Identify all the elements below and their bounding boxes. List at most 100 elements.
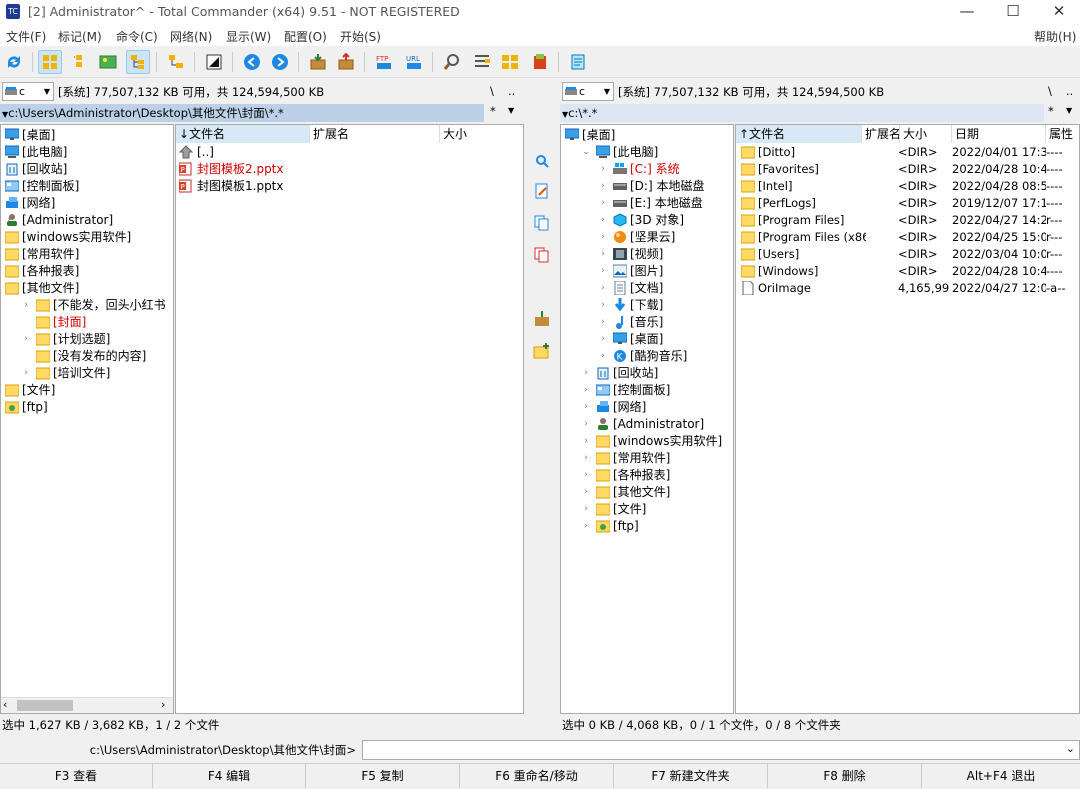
maximize-button[interactable]: ☐ — [990, 0, 1036, 24]
edit-file-icon[interactable] — [533, 182, 551, 200]
column-attr-header[interactable]: 属性 — [1046, 125, 1079, 143]
tree-view-icon[interactable] — [126, 50, 150, 74]
file-row[interactable]: P 封图模板1.pptx — [176, 178, 523, 195]
move-file-icon[interactable] — [533, 246, 551, 264]
expand-icon[interactable]: › — [598, 229, 608, 246]
f8-delete-button[interactable]: F8 删除 — [768, 764, 922, 788]
right-history-dropdown[interactable]: ▼ — [1066, 106, 1072, 115]
menu-config[interactable]: 配置(O) — [284, 28, 327, 45]
expand-icon[interactable]: › — [21, 297, 31, 314]
menu-commands[interactable]: 命令(C) — [116, 28, 158, 45]
command-dropdown-icon[interactable]: ⌄ — [1066, 742, 1075, 755]
menu-net[interactable]: 网络(N) — [170, 28, 212, 45]
column-name-header[interactable]: ↓文件名 — [176, 125, 310, 143]
collapse-icon[interactable]: ⌄ — [581, 144, 591, 161]
left-history-button[interactable]: * — [490, 104, 496, 118]
expand-icon[interactable]: › — [598, 178, 608, 195]
column-name-header[interactable]: ↑文件名 — [736, 125, 862, 143]
column-ext-header[interactable]: 扩展名 — [862, 125, 900, 143]
sync-dirs-icon[interactable] — [498, 50, 522, 74]
left-root-button[interactable]: \ — [490, 84, 494, 98]
right-drive-select[interactable]: c ▼ — [562, 82, 614, 101]
file-row[interactable]: [Program Files] <DIR> 2022/04/27 14:26 r--- — [736, 212, 1079, 229]
right-file-list[interactable]: ↑文件名 扩展名 大小 日期 属性 [Ditto] <DIR> 2022/04/01… — [735, 124, 1080, 714]
expand-icon[interactable]: › — [598, 331, 608, 348]
column-date-header[interactable]: 日期 — [952, 125, 1046, 143]
altf4-exit-button[interactable]: Alt+F4 退出 — [922, 764, 1080, 788]
notepad-icon[interactable] — [528, 50, 552, 74]
f7-newfolder-button[interactable]: F7 新建文件夹 — [614, 764, 768, 788]
column-size-header[interactable]: 大小 — [900, 125, 952, 143]
full-view-icon[interactable] — [68, 50, 92, 74]
f3-view-button[interactable]: F3 查看 — [0, 764, 153, 788]
left-tree-pane[interactable]: [桌面]›[此电脑]›[回收站]›[控制面板]›[网络]›[Administra… — [0, 124, 174, 714]
expand-icon[interactable]: › — [598, 297, 608, 314]
brief-view-icon[interactable] — [38, 50, 62, 74]
file-row[interactable]: [Ditto] <DIR> 2022/04/01 17:30 ---- — [736, 144, 1079, 161]
right-up-button[interactable]: .. — [1066, 84, 1073, 98]
refresh-icon[interactable] — [2, 50, 26, 74]
search-icon[interactable] — [440, 50, 464, 74]
menu-mark[interactable]: 标记(M) — [58, 28, 102, 45]
column-ext-header[interactable]: 扩展名 — [310, 125, 440, 143]
left-drive-select[interactable]: c ▼ — [2, 82, 54, 101]
invert-selection-icon[interactable] — [202, 50, 226, 74]
file-row[interactable]: P 封图模板2.pptx — [176, 161, 523, 178]
expand-icon[interactable]: › — [598, 161, 608, 178]
menu-start[interactable]: 开始(S) — [340, 28, 381, 45]
new-folder-icon[interactable] — [533, 342, 551, 360]
file-row[interactable]: [PerfLogs] <DIR> 2019/12/07 17:14 ---- — [736, 195, 1079, 212]
unpack-icon[interactable] — [334, 50, 358, 74]
scroll-left-arrow[interactable]: ‹ — [3, 698, 7, 711]
expand-icon[interactable]: › — [598, 314, 608, 331]
expand-icon[interactable]: › — [581, 467, 591, 484]
multi-rename-icon[interactable] — [470, 50, 494, 74]
close-button[interactable]: ✕ — [1036, 0, 1080, 24]
left-file-list[interactable]: ↓文件名 扩展名 大小 [..] P 封图模板2.pptx P 封图模板1.pptx — [175, 124, 524, 714]
minimize-button[interactable]: — — [944, 0, 990, 24]
url-connect-icon[interactable]: URL — [402, 50, 426, 74]
expand-icon[interactable]: › — [581, 501, 591, 518]
left-path-bar[interactable]: ▼c:\Users\Administrator\Desktop\其他文件\封面\… — [0, 104, 484, 122]
expand-icon[interactable]: › — [581, 416, 591, 433]
expand-icon[interactable]: › — [581, 450, 591, 467]
expand-icon[interactable]: › — [598, 246, 608, 263]
ftp-connect-icon[interactable]: FTP — [372, 50, 396, 74]
expand-icon[interactable]: › — [581, 399, 591, 416]
menu-file[interactable]: 文件(F) — [6, 28, 46, 45]
expand-icon[interactable]: › — [598, 263, 608, 280]
expand-icon[interactable]: › — [581, 518, 591, 535]
left-up-button[interactable]: .. — [508, 84, 515, 98]
f5-copy-button[interactable]: F5 复制 — [306, 764, 460, 788]
column-size-header[interactable]: 大小 — [440, 125, 523, 143]
back-icon[interactable] — [240, 50, 264, 74]
right-path-bar[interactable]: ▼c:\*.* — [560, 104, 1044, 122]
expand-icon[interactable]: › — [581, 382, 591, 399]
left-tree-hscrollbar[interactable]: ‹ › — [1, 697, 173, 713]
scroll-right-arrow[interactable]: › — [161, 698, 165, 711]
view-file-icon[interactable] — [533, 152, 551, 170]
copy-file-icon[interactable] — [533, 214, 551, 232]
scroll-thumb[interactable] — [17, 700, 73, 711]
file-row[interactable]: [Favorites] <DIR> 2022/04/28 10:42 ---- — [736, 161, 1079, 178]
right-history-button[interactable]: * — [1048, 104, 1054, 118]
expand-icon[interactable]: › — [598, 195, 608, 212]
f4-edit-button[interactable]: F4 编辑 — [153, 764, 306, 788]
expand-icon[interactable]: › — [21, 331, 31, 348]
expand-icon[interactable]: › — [581, 365, 591, 382]
file-row[interactable]: [Windows] <DIR> 2022/04/28 10:42 ---- — [736, 263, 1079, 280]
f6-move-button[interactable]: F6 重命名/移动 — [460, 764, 614, 788]
menu-help[interactable]: 帮助(H) — [1034, 28, 1076, 45]
expand-icon[interactable]: › — [581, 484, 591, 501]
right-root-button[interactable]: \ — [1048, 84, 1052, 98]
command-input[interactable]: ⌄ — [362, 740, 1080, 760]
notes-icon[interactable] — [566, 50, 590, 74]
tree-structure-icon[interactable] — [164, 50, 188, 74]
file-row[interactable]: [Users] <DIR> 2022/03/04 10:00 r--- — [736, 246, 1079, 263]
expand-icon[interactable]: › — [21, 365, 31, 382]
file-row[interactable]: OriImage 4,165,9922022/04/27 12:02-a-- — [736, 280, 1079, 297]
expand-icon[interactable]: › — [598, 212, 608, 229]
file-row[interactable]: [Intel] <DIR> 2022/04/28 08:54 ---- — [736, 178, 1079, 195]
right-tree-pane[interactable]: [桌面] ⌄ [此电脑] › [C:] 系统 › [D:] 本地磁盘 › [E:] 本地磁盘 › [… — [560, 124, 734, 714]
forward-icon[interactable] — [268, 50, 292, 74]
